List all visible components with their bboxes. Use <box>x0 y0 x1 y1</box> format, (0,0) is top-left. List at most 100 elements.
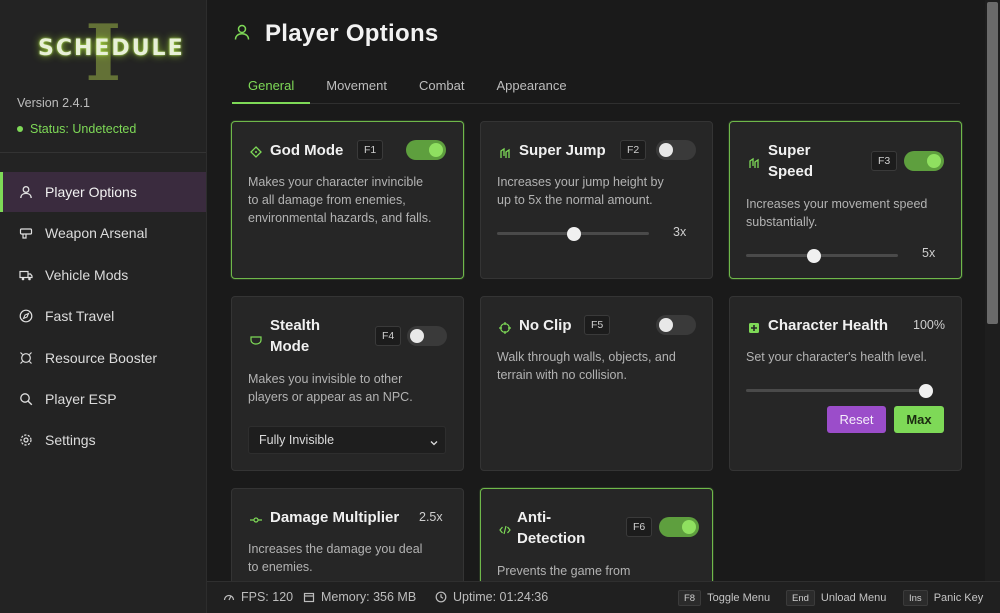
target-icon <box>250 145 262 158</box>
title-line: Anti- <box>517 509 552 526</box>
memory-icon <box>303 592 315 603</box>
sidebar-nav: Player Options Weapon Arsenal Vehicle Mo… <box>0 172 206 462</box>
card-description: Set your character's health level. <box>746 350 927 364</box>
god-mode-toggle[interactable] <box>406 140 446 160</box>
sidebar-item-fast-travel[interactable]: Fast Travel <box>0 296 206 336</box>
toggle-knob <box>659 318 673 332</box>
hint-label: Toggle Menu <box>707 592 771 604</box>
slider-value: 5x <box>922 246 936 260</box>
desc-line: environmental hazards, and falls. <box>248 211 432 225</box>
sidebar: I SCHEDULE Version 2.4.1 Status: Undetec… <box>0 0 207 613</box>
desc-line: Increases your movement speed <box>746 197 928 211</box>
desc-line: Walk through walls, objects, and <box>497 350 676 364</box>
god-mode-card: God Mode F1 Makes your character invinci… <box>231 121 464 279</box>
desc-line: up to 5x the normal amount. <box>497 193 653 207</box>
hint-label: Panic Key <box>933 592 984 604</box>
slider-thumb[interactable] <box>919 383 933 398</box>
max-button[interactable]: Max <box>894 406 944 433</box>
desc-line: substantially. <box>746 215 818 229</box>
card-description: Increases your movement speed substantia… <box>746 195 951 231</box>
sidebar-item-vehicle-mods[interactable]: Vehicle Mods <box>0 255 206 295</box>
sidebar-item-settings[interactable]: Settings <box>0 420 206 460</box>
title-line: Super <box>768 142 811 159</box>
sidebar-item-player-options[interactable]: Player Options <box>0 172 206 212</box>
page-header: Player Options <box>233 20 439 48</box>
user-icon <box>19 185 33 199</box>
health-slider[interactable] <box>746 383 933 398</box>
health-icon <box>748 321 760 333</box>
sidebar-item-label: Weapon Arsenal <box>45 225 148 242</box>
stealth-mode-card: Stealth Mode F4 Makes you invisible to o… <box>231 296 464 471</box>
status-text: Status: Undetected <box>30 122 137 136</box>
sidebar-item-weapon-arsenal[interactable]: Weapon Arsenal <box>0 213 206 253</box>
damage-icon <box>250 513 262 525</box>
speed-icon <box>748 156 760 168</box>
desc-line: Increases the damage you deal <box>248 542 423 556</box>
jump-slider[interactable] <box>497 226 649 241</box>
super-jump-toggle[interactable] <box>656 140 696 160</box>
scrollbar-thumb[interactable] <box>987 2 998 324</box>
super-speed-card: Super Speed F3 Increases your movement s… <box>729 121 962 279</box>
desc-line: to enemies. <box>248 560 313 574</box>
hotkey-badge: F2 <box>620 140 647 160</box>
hotkey-badge: F5 <box>584 315 611 335</box>
desc-line: to all damage from enemies, <box>248 193 406 207</box>
desc-line: Increases your jump height by <box>497 175 664 189</box>
desc-line: Makes your character invincible <box>248 175 424 189</box>
no-clip-card: No Clip F5 Walk through walls, objects, … <box>480 296 713 471</box>
anti-detection-toggle[interactable] <box>659 517 699 537</box>
sidebar-item-resource-booster[interactable]: Resource Booster <box>0 338 206 378</box>
select-value: Fully Invisible <box>259 433 335 447</box>
toggle-knob <box>410 329 424 343</box>
sidebar-item-label: Fast Travel <box>45 308 115 325</box>
gauge-icon <box>223 594 235 601</box>
tab-general[interactable]: General <box>232 70 311 104</box>
reset-button[interactable]: Reset <box>827 406 886 433</box>
hotkey-badge: F6 <box>626 517 653 537</box>
status-bar: FPS: 120 Memory: 356 MB Uptime: 01:24:36… <box>207 581 1000 613</box>
slider-thumb[interactable] <box>807 248 822 263</box>
sidebar-item-label: Player Options <box>45 184 137 200</box>
jump-icon <box>499 146 511 158</box>
main-content: Player Options General Movement Combat A… <box>207 0 1000 581</box>
tab-combat[interactable]: Combat <box>403 70 481 104</box>
sidebar-item-label: Resource Booster <box>45 349 158 366</box>
scrollbar[interactable] <box>985 0 1000 581</box>
card-title: Stealth Mode <box>270 315 320 357</box>
hint-label: Unload Menu <box>820 592 887 604</box>
stealth-mode-toggle[interactable] <box>407 326 447 346</box>
anti-detection-card: Anti- Detection F6 Prevents the game fro… <box>480 488 713 581</box>
uptime-readout: Uptime: 01:24:36 <box>435 590 548 604</box>
hint-key: F8 <box>678 590 702 606</box>
title-line: Stealth <box>270 317 321 334</box>
user-icon <box>233 23 251 46</box>
memory-readout: Memory: 356 MB <box>303 590 416 604</box>
title-line: Mode <box>270 338 310 355</box>
sidebar-divider <box>0 152 206 153</box>
memory-text: Memory: 356 MB <box>321 590 417 604</box>
card-description: Increases the damage you deal to enemies… <box>248 540 458 576</box>
health-value: 100% <box>913 318 945 332</box>
super-speed-toggle[interactable] <box>904 151 944 171</box>
booster-icon <box>19 351 33 365</box>
tab-movement[interactable]: Movement <box>310 70 403 104</box>
card-description: Makes you invisible to other players or … <box>248 370 453 406</box>
clock-icon <box>435 591 447 603</box>
crosshair-icon <box>499 321 511 334</box>
sidebar-item-player-esp[interactable]: Player ESP <box>0 379 206 419</box>
sidebar-item-label: Settings <box>45 432 96 449</box>
tab-appearance[interactable]: Appearance <box>480 70 582 104</box>
hotkey-hint-toggle: F8 Toggle Menu <box>678 590 770 606</box>
no-clip-toggle[interactable] <box>656 315 696 335</box>
search-icon <box>19 392 33 406</box>
card-title: Super Jump <box>519 142 606 159</box>
stealth-mode-select[interactable]: Fully Invisible <box>248 426 446 454</box>
slider-thumb[interactable] <box>566 226 581 241</box>
app-logo: I SCHEDULE <box>0 10 207 93</box>
desc-line: Makes you invisible to other <box>248 372 403 386</box>
uptime-text: Uptime: 01:24:36 <box>453 590 549 604</box>
slider-value: 3x <box>673 225 687 239</box>
gear-icon <box>19 433 33 447</box>
speed-slider[interactable] <box>746 248 898 263</box>
multiplier-value: 2.5x <box>419 510 443 524</box>
